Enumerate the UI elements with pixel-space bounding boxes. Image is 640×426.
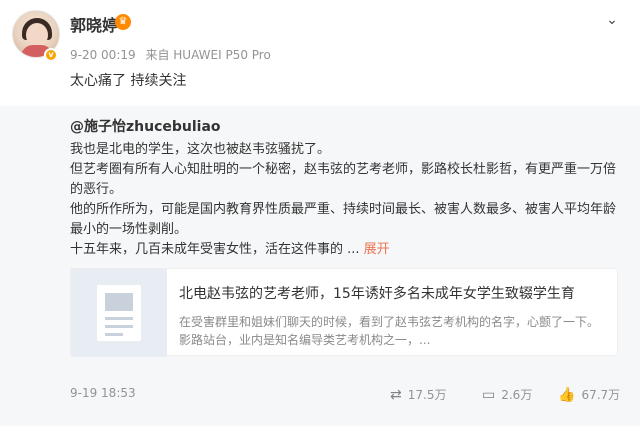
repost-footer: 9-19 18:53 ⇄ 17.5万 ▭ 2.6万 👍 67.7万 (70, 386, 625, 406)
article-description: 在受害群里和姐妹们聊天的时候，看到了赵韦弦艺考机构的名字，心颤了一下。 影路站台… (179, 315, 600, 347)
comment-count: 2.6万 (501, 388, 533, 402)
post-meta: 9-20 00:19 来自 HUAWEI P50 Pro (70, 46, 277, 63)
avatar-face (26, 23, 48, 47)
like-icon: 👍 (558, 386, 576, 403)
repost-paragraph: 他的所作所为，可能是国内教育界性质最严重、持续时间最长、被害人数最多、被害人平均… (70, 202, 617, 237)
author-name[interactable]: 郭晓婷 (70, 12, 118, 36)
like-action[interactable]: 👍 67.7万 (558, 386, 620, 403)
article-card[interactable]: 北电赵韦弦的艺考老师，15年诱奸多名未成年女学生致辍学生育 在受害群里和姐妹们聊… (70, 268, 618, 357)
post-source: 来自 HUAWEI P50 Pro (145, 48, 271, 62)
repost-author[interactable]: @施子怡zhucebuliao (70, 116, 221, 136)
repost-paragraph: 我也是北电的学生，这次也被赵韦弦骚扰了。 (70, 142, 331, 157)
document-icon (97, 285, 141, 341)
verified-badge-icon: v (44, 48, 58, 62)
like-count: 67.7万 (581, 388, 621, 402)
weibo-post: v 郭晓婷 ♛ 9-20 00:19 来自 HUAWEI P50 Pro ⌄ 太… (0, 0, 640, 106)
repost-paragraph-last: 十五年来，几百未成年受害女性，活在这件事的 ... 展开 (70, 240, 625, 260)
repost-paragraph-text: 十五年来，几百未成年受害女性，活在这件事的 ... (70, 242, 360, 257)
article-thumbnail (71, 269, 167, 357)
comment-action[interactable]: ▭ 2.6万 (482, 386, 532, 403)
document-line (105, 325, 133, 328)
repost-count: 17.5万 (407, 388, 447, 402)
comment-icon: ▭ (482, 386, 496, 403)
document-image-placeholder (105, 293, 133, 311)
repost-icon: ⇄ (390, 386, 402, 403)
repost-date[interactable]: 9-19 18:53 (70, 386, 136, 400)
post-time[interactable]: 9-20 00:19 (70, 48, 136, 62)
more-options-icon[interactable]: ⌄ (602, 10, 622, 30)
expand-link[interactable]: 展开 (364, 242, 390, 257)
post-text: 太心痛了 持续关注 (70, 73, 187, 89)
article-title[interactable]: 北电赵韦弦的艺考老师，15年诱奸多名未成年女学生致辍学生育 (179, 283, 575, 303)
document-line (105, 317, 133, 320)
crown-badge-icon: ♛ (115, 14, 131, 30)
repost-text: 我也是北电的学生，这次也被赵韦弦骚扰了。 但艺考圈有所有人心知肚明的一个秘密，赵… (70, 140, 625, 260)
reposted-content: @施子怡zhucebuliao 我也是北电的学生，这次也被赵韦弦骚扰了。 但艺考… (0, 106, 640, 426)
repost-paragraph: 但艺考圈有所有人心知肚明的一个秘密，赵韦弦的艺考老师，影路校长杜影哲，有更严重一… (70, 162, 617, 197)
repost-action[interactable]: ⇄ 17.5万 (390, 386, 446, 403)
document-line (105, 333, 123, 336)
